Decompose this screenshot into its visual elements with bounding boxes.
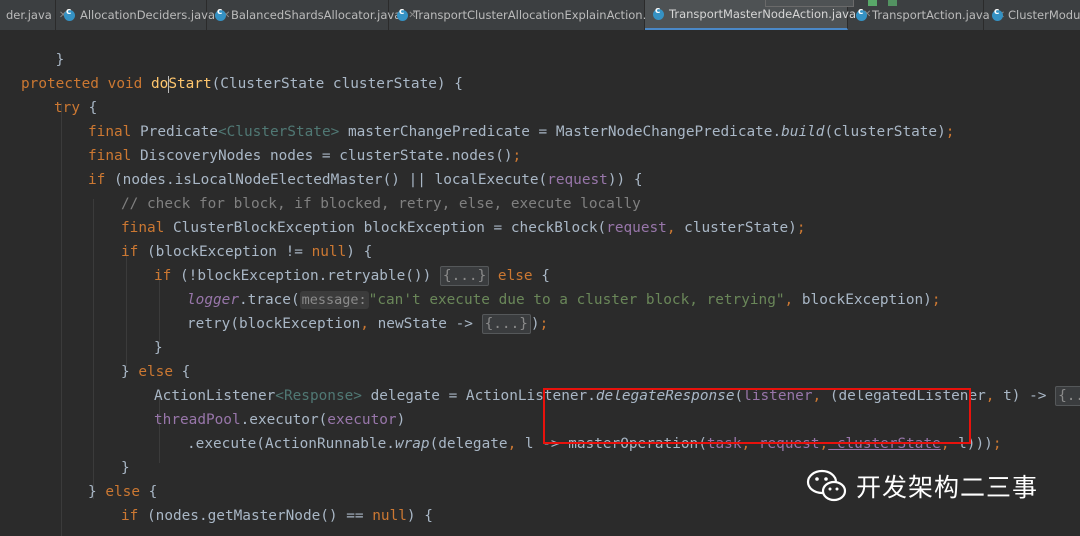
code-line: } else { [121,364,191,380]
watermark-text: 开发架构二三事 [856,473,1039,502]
wechat-icon [806,469,847,502]
code-line: } [154,340,163,356]
editor-tab-bar: der.java✕ AllocationDeciders.java✕ Balan… [0,0,1080,31]
tab-label: BalancedShardsAllocator.java [231,8,402,22]
code-line: final ClusterBlockException blockExcepti… [121,220,806,236]
run-icon[interactable] [868,0,877,6]
indent-guide [61,103,62,536]
code-line: threadPool.executor(executor) [154,412,406,428]
code-editor[interactable]: } protected void doStart(ClusterState cl… [0,31,1080,536]
java-class-icon [856,7,867,21]
code-line: protected void doStart(ClusterState clus… [21,75,463,93]
code-line: } [55,52,65,68]
tab-label: TransportAction.java [872,8,990,22]
java-class-icon [397,7,408,21]
folded-code-block[interactable]: {...} [481,314,531,334]
indent-guide [126,247,127,367]
tab-allocation-deciders[interactable]: AllocationDeciders.java✕ [56,0,230,30]
tab-label: TransportMasterNodeAction.java [669,7,857,21]
indent-guide [93,199,94,499]
highlight-box [543,388,971,444]
tab-transport-cluster-allocation-explain-action[interactable]: TransportClusterAllocationExplainAction.… [389,0,686,30]
code-line: if (nodes.getMasterNode() == null) { [121,508,433,524]
code-line: try { [54,100,98,116]
java-class-icon [992,7,1003,21]
watermark: 开发架构二三事 [806,466,1038,506]
code-line: retry(blockException, newState -> {...})… [187,314,549,334]
code-line: } [121,460,130,476]
code-line: final DiscoveryNodes nodes = clusterStat… [88,148,522,164]
code-line: // check for block, if blocked, retry, e… [121,196,641,212]
folded-code-block[interactable]: {...} [439,266,490,286]
java-class-icon [653,6,664,20]
java-class-icon [64,7,75,21]
parameter-hint: message: [299,291,369,309]
java-class-icon [215,7,226,21]
code-line: } else { [88,484,158,500]
tab-cluster-module[interactable]: ClusterModule [984,0,1080,30]
code-line: logger.trace(message: "can't execute due … [187,291,941,309]
code-line: if (blockException != null) { [121,244,373,260]
folded-code-block[interactable]: {...} [1055,386,1080,406]
debug-icon[interactable] [888,0,897,6]
tab-label: ClusterModule [1008,8,1080,22]
tab-label: TransportClusterAllocationExplainAction.… [413,8,671,22]
tab-balanced-shards-allocator[interactable]: BalancedShardsAllocator.java✕ [207,0,417,30]
code-line: if (nodes.isLocalNodeElectedMaster() || … [88,172,643,188]
run-configuration-selector[interactable] [765,0,854,7]
tab-label: AllocationDeciders.java [80,8,215,22]
code-line: final Predicate<ClusterState> masterChan… [88,124,955,140]
tab-label: der.java [6,8,52,22]
code-line: if (!blockException.retryable()) {...} e… [154,266,550,286]
